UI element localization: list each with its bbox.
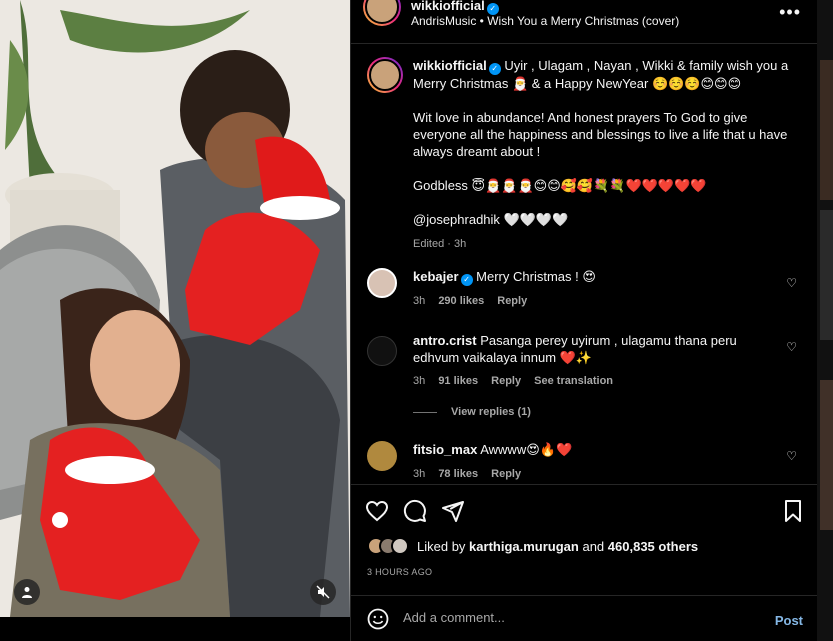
commenter-avatar[interactable]	[367, 441, 397, 471]
comment-likes[interactable]: 290 likes	[438, 295, 484, 307]
post-media[interactable]	[0, 0, 350, 617]
mute-button[interactable]	[310, 579, 336, 605]
comment-time: 3h	[413, 295, 426, 307]
commenter-username[interactable]: fitsio_max	[413, 442, 477, 457]
caption-line-3: Godbless 😇🎅🎅🎅😊😊🥰🥰💐💐❤️❤️❤️❤️❤️	[413, 178, 707, 193]
commenter-avatar[interactable]	[367, 268, 397, 298]
comment-meta: 3h 78 likes Reply	[413, 468, 531, 480]
author-username[interactable]: wikkiofficial ✓	[411, 0, 499, 15]
reply-button[interactable]: Reply	[497, 295, 527, 307]
comment-item: fitsio_max Awwww😍🔥❤️ 3h 78 likes Reply ♡	[367, 441, 807, 486]
comment-likes[interactable]: 78 likes	[438, 468, 478, 480]
heart-icon[interactable]	[365, 499, 389, 523]
comment-item: antro.crist Pasanga perey uyirum , ulaga…	[367, 332, 807, 392]
share-icon[interactable]	[441, 499, 465, 523]
audio-label[interactable]: AndrisMusic • Wish You a Merry Christmas…	[411, 14, 679, 28]
emoji-icon[interactable]	[367, 608, 389, 630]
verified-icon: ✓	[460, 274, 473, 286]
caption-username[interactable]: wikkiofficial	[413, 58, 487, 73]
commenter-username[interactable]: antro.crist	[413, 333, 477, 348]
comment-text: Awwww😍🔥❤️	[480, 442, 573, 457]
more-horizontal-icon[interactable]: •••	[779, 2, 801, 23]
tagged-users-button[interactable]	[14, 579, 40, 605]
replies-line	[413, 411, 437, 413]
post-button[interactable]: Post	[775, 613, 803, 628]
likes-summary: Liked by karthiga.murugan and 460,835 ot…	[367, 537, 698, 555]
liker-username[interactable]: karthiga.murugan	[469, 539, 579, 554]
add-comment-bar: Post	[351, 595, 817, 641]
see-translation-button[interactable]: See translation	[534, 375, 613, 387]
comment-input[interactable]	[403, 610, 743, 625]
user-icon	[22, 587, 32, 598]
like-comment-icon[interactable]: ♡	[786, 340, 797, 354]
verified-icon: ✓	[488, 63, 501, 75]
comment-meta: 3h 91 likes Reply See translation	[413, 375, 623, 387]
liker-avatars	[367, 537, 409, 555]
post-details-panel: wikkiofficial ✓ AndrisMusic • Wish You a …	[350, 0, 817, 641]
action-bar	[351, 484, 817, 540]
comment-meta: 3h 290 likes Reply	[413, 295, 537, 307]
caption-edited: Edited · 3h	[413, 238, 467, 250]
like-comment-icon[interactable]: ♡	[786, 276, 797, 290]
caption-avatar[interactable]	[367, 57, 403, 93]
post-header: wikkiofficial ✓ AndrisMusic • Wish You a …	[351, 0, 817, 44]
like-comment-icon[interactable]: ♡	[786, 449, 797, 463]
reply-button[interactable]: Reply	[491, 375, 521, 387]
background-page-edge	[817, 0, 833, 641]
post-photo	[0, 0, 350, 617]
speaker-muted-icon	[316, 585, 330, 599]
comment-time: 3h	[413, 375, 426, 387]
comment-likes[interactable]: 91 likes	[438, 375, 478, 387]
likes-count[interactable]: 460,835 others	[608, 539, 698, 554]
comment-item: kebajer ✓ Merry Christmas ! 😍 3h 290 like…	[367, 268, 807, 313]
commenter-avatar[interactable]	[367, 336, 397, 366]
bookmark-icon[interactable]	[781, 499, 805, 523]
caption-mention[interactable]: @josephradhik 🤍🤍🤍🤍	[413, 211, 803, 228]
comment-icon[interactable]	[403, 499, 427, 523]
reply-button[interactable]: Reply	[491, 468, 521, 480]
comment-time: 3h	[413, 468, 426, 480]
commenter-username[interactable]: kebajer	[413, 269, 459, 284]
view-replies-button[interactable]: View replies (1)	[413, 406, 531, 418]
post-time[interactable]: 3 HOURS AGO	[367, 567, 432, 577]
author-avatar[interactable]	[363, 0, 401, 26]
comment-text: Merry Christmas ! 😍	[476, 269, 596, 284]
caption-line-2: Wit love in abundance! And honest prayer…	[413, 110, 788, 159]
